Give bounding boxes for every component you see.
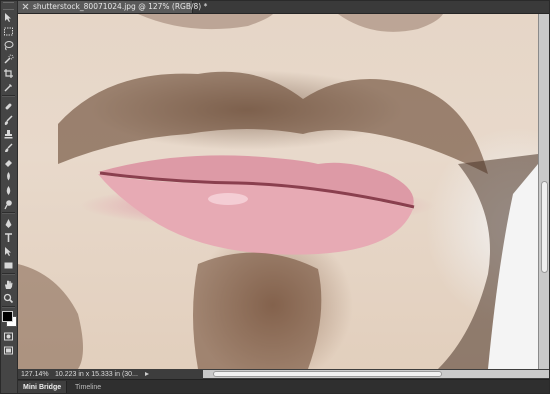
tools-separator: [2, 273, 15, 275]
path-selection-tool-icon[interactable]: [2, 245, 16, 257]
zoom-level-field[interactable]: 127.14%: [21, 371, 49, 378]
horizontal-scrollbar[interactable]: [203, 370, 550, 378]
screen-mode-icon[interactable]: [2, 344, 16, 356]
document-tab[interactable]: shutterstock_80071024.jpg @ 127% (RGB/8)…: [18, 0, 207, 13]
close-icon[interactable]: [22, 2, 29, 11]
status-bar: 127.14% 10.223 in x 15.333 in (30...: [18, 369, 550, 379]
nostril-shadow: [338, 14, 443, 32]
bottom-panel: Mini Bridge Timeline: [18, 379, 550, 394]
vertical-scrollbar[interactable]: [538, 14, 550, 369]
quick-selection-tool-icon[interactable]: [2, 53, 16, 65]
clone-stamp-tool-icon[interactable]: [2, 128, 16, 140]
document-canvas[interactable]: [18, 14, 538, 369]
tools-separator: [2, 95, 15, 97]
tools-panel: [0, 0, 18, 394]
lasso-tool-icon[interactable]: [2, 39, 16, 51]
vertical-scroll-thumb[interactable]: [541, 180, 548, 274]
tab-mini-bridge[interactable]: Mini Bridge: [18, 381, 68, 393]
tools-panel-grip[interactable]: [3, 2, 14, 10]
healing-brush-tool-icon[interactable]: [2, 100, 16, 112]
hand-tool-icon[interactable]: [2, 278, 16, 290]
chin-beard: [193, 252, 322, 369]
pen-tool-icon[interactable]: [2, 217, 16, 229]
document-tab-bar: shutterstock_80071024.jpg @ 127% (RGB/8)…: [18, 0, 550, 14]
crop-tool-icon[interactable]: [2, 67, 16, 79]
move-tool-icon[interactable]: [2, 11, 16, 23]
eyedropper-tool-icon[interactable]: [2, 81, 16, 93]
brush-tool-icon[interactable]: [2, 114, 16, 126]
status-menu-arrow-icon[interactable]: [144, 371, 151, 378]
lip-highlight: [208, 193, 248, 205]
gradient-tool-icon[interactable]: [2, 170, 16, 182]
cheek-stubble: [18, 264, 83, 369]
history-brush-tool-icon[interactable]: [2, 142, 16, 154]
type-tool-icon[interactable]: [2, 231, 16, 243]
horizontal-scroll-thumb[interactable]: [213, 371, 443, 377]
zoom-tool-icon[interactable]: [2, 292, 16, 304]
color-swatches[interactable]: [1, 311, 17, 327]
dodge-tool-icon[interactable]: [2, 198, 16, 210]
marquee-tool-icon[interactable]: [2, 25, 16, 37]
rectangle-tool-icon[interactable]: [2, 259, 16, 271]
tab-timeline[interactable]: Timeline: [70, 381, 106, 393]
foreground-color-swatch[interactable]: [1, 311, 13, 322]
nostril-shadow: [138, 14, 273, 30]
tools-separator: [2, 212, 15, 214]
tools-separator: [2, 306, 15, 308]
document-tab-title: shutterstock_80071024.jpg @ 127% (RGB/8)…: [33, 2, 208, 11]
document-image: [18, 14, 538, 369]
blur-tool-icon[interactable]: [2, 184, 16, 196]
document-size-info: 10.223 in x 15.333 in (30...: [55, 370, 138, 378]
quick-mask-icon[interactable]: [2, 330, 16, 342]
eraser-tool-icon[interactable]: [2, 156, 16, 168]
